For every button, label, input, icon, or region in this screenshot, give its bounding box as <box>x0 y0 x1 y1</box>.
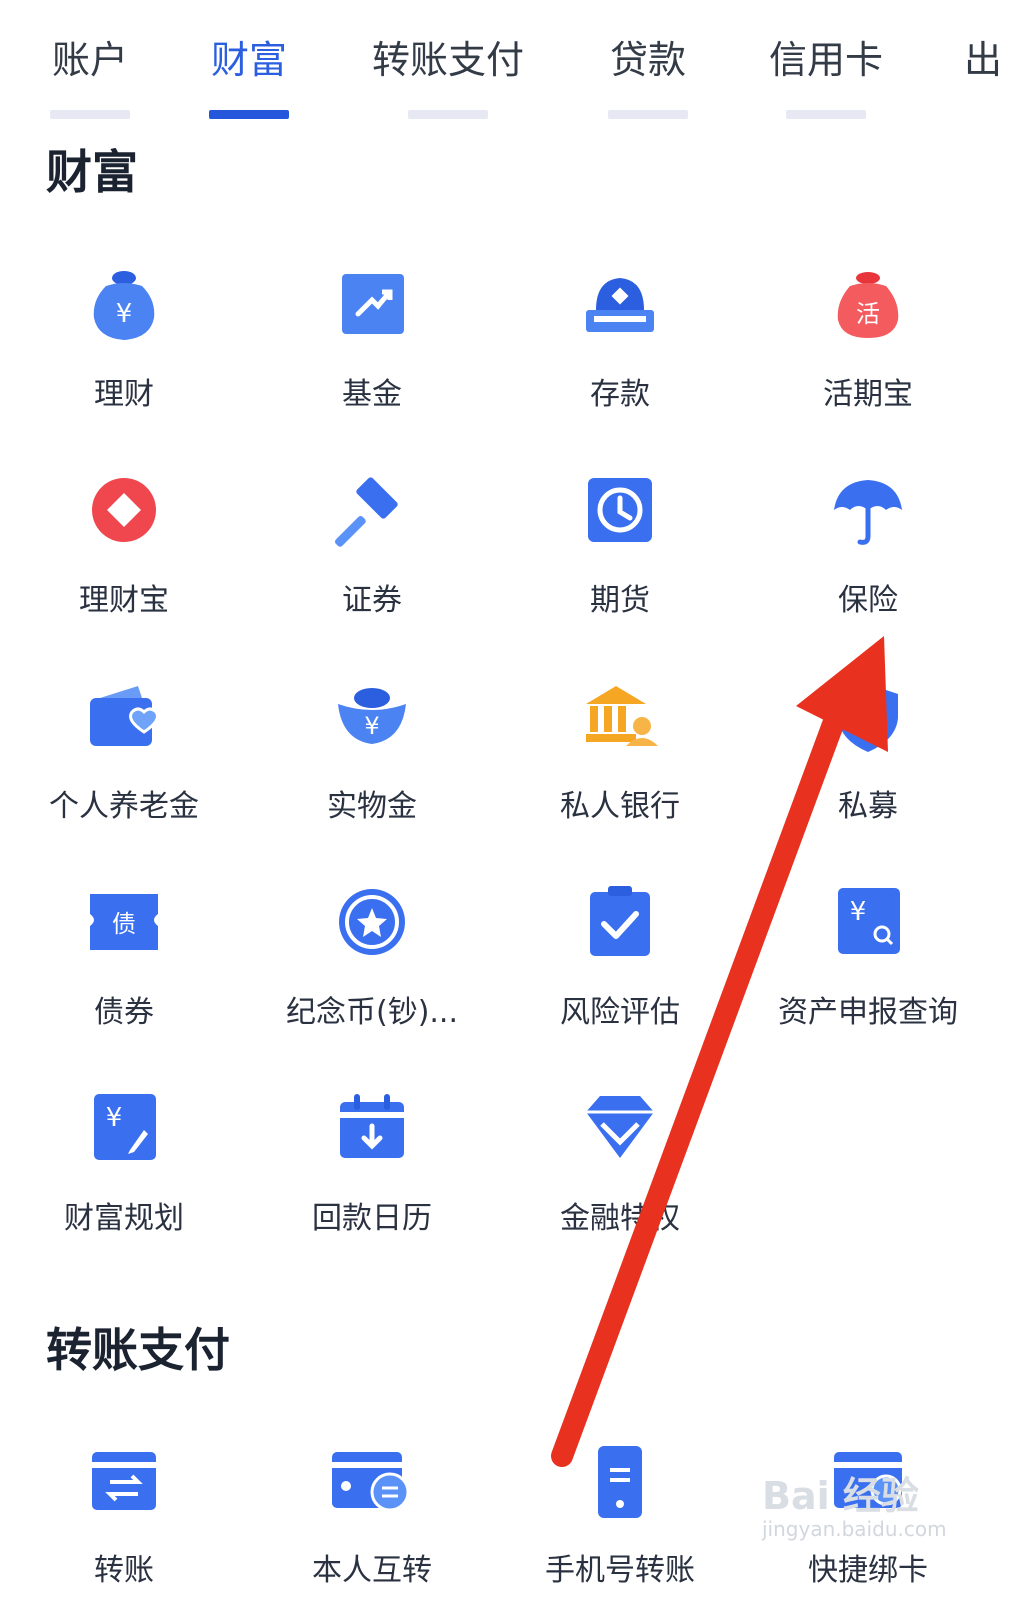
fund-chart-icon <box>332 266 412 346</box>
tab-wealth[interactable]: 财富 <box>189 30 309 125</box>
phone-transfer-icon <box>580 1442 660 1522</box>
svg-text:债: 债 <box>112 910 136 938</box>
wallet-heart-icon <box>84 678 164 758</box>
svg-text:¥: ¥ <box>106 1103 123 1133</box>
tab-indicator <box>50 110 130 119</box>
tab-transfer-label: 转账支付 <box>371 38 524 82</box>
grid-item-label: 活期宝 <box>823 377 913 412</box>
grid-item-label: 手机号转账 <box>545 1553 695 1588</box>
tab-wealth-label: 财富 <box>210 38 287 82</box>
huoqi-bag-icon: 活 <box>828 266 908 346</box>
grid-item-label: 金融特权 <box>560 1201 680 1236</box>
svg-text:¥: ¥ <box>116 299 133 329</box>
bank-person-icon <box>580 678 660 758</box>
section-title-transfer: 转账支付 <box>46 1323 230 1377</box>
star-coin-icon <box>332 884 412 964</box>
tab-more-label: 出 <box>964 38 1003 82</box>
category-tab-bar: 账户 财富 转账支付 贷款 信用卡 出 <box>0 0 1013 130</box>
tab-transfer[interactable]: 转账支付 <box>358 30 538 125</box>
grid-item-label: 实物金 <box>327 789 417 824</box>
grid-item-label: 期货 <box>590 583 650 618</box>
grid-item-label: 理财宝 <box>79 583 169 618</box>
watermark-url: jingyan.baidu.com <box>762 1517 947 1541</box>
grid-item-label: 转账 <box>94 1553 154 1588</box>
deposit-icon <box>580 266 660 346</box>
tab-indicator-active <box>209 110 289 119</box>
self-transfer-icon <box>332 1442 412 1522</box>
clock-icon <box>580 472 660 552</box>
tab-account[interactable]: 账户 <box>30 30 150 125</box>
grid-item-label: 私募 <box>838 789 898 824</box>
grid-item-label: 存款 <box>590 377 650 412</box>
tab-indicator <box>608 110 688 119</box>
tab-indicator <box>786 110 866 119</box>
grid-item-label: 保险 <box>838 583 898 618</box>
tab-indicator <box>408 110 488 119</box>
clipboard-check-icon <box>580 884 660 964</box>
grid-item-label: 资产申报查询 <box>778 995 958 1030</box>
tab-more[interactable]: 出 <box>964 30 1013 125</box>
grid-item-label: 风险评估 <box>560 995 680 1030</box>
gold-ingot-icon: ¥ <box>332 678 412 758</box>
tab-account-label: 账户 <box>51 38 128 82</box>
tab-credit-card-label: 信用卡 <box>768 38 883 82</box>
grid-item-label: 个人养老金 <box>49 789 199 824</box>
grid-item-label: 基金 <box>342 377 402 412</box>
tab-credit-card[interactable]: 信用卡 <box>756 30 896 125</box>
yuan-pen-icon: ¥ <box>84 1090 164 1170</box>
grid-item-label: 债券 <box>94 995 154 1030</box>
calendar-icon <box>332 1090 412 1170</box>
grid-item-label: 私人银行 <box>560 789 680 824</box>
svg-text:¥: ¥ <box>364 712 379 740</box>
tab-loan-label: 贷款 <box>609 38 686 82</box>
yuan-search-icon: ¥ <box>828 884 908 964</box>
transfer-card-icon <box>84 1442 164 1522</box>
grid-item-label: 理财 <box>94 377 154 412</box>
tab-loan[interactable]: 贷款 <box>588 30 708 125</box>
bond-ticket-icon: 债 <box>84 884 164 964</box>
grid-item-label: 回款日历 <box>312 1201 432 1236</box>
grid-item-label: 证券 <box>342 583 402 618</box>
grid-item-label: 财富规划 <box>64 1201 184 1236</box>
section-title-wealth: 财富 <box>46 145 138 199</box>
gavel-icon <box>332 472 412 552</box>
svg-text:¥: ¥ <box>850 897 867 927</box>
shield-icon <box>828 678 908 758</box>
watermark: Bai 经验 jingyan.baidu.com <box>762 1465 1002 1575</box>
diamond-icon <box>580 1090 660 1170</box>
coin-icon <box>84 472 164 552</box>
grid-item-label: 本人互转 <box>312 1553 432 1588</box>
watermark-brand: Bai 经验 <box>762 1474 919 1518</box>
grid-item-label: 纪念币(钞)... <box>285 995 459 1030</box>
umbrella-icon <box>828 472 908 552</box>
svg-text:活: 活 <box>856 300 880 328</box>
money-bag-yuan-icon: ¥ <box>84 266 164 346</box>
